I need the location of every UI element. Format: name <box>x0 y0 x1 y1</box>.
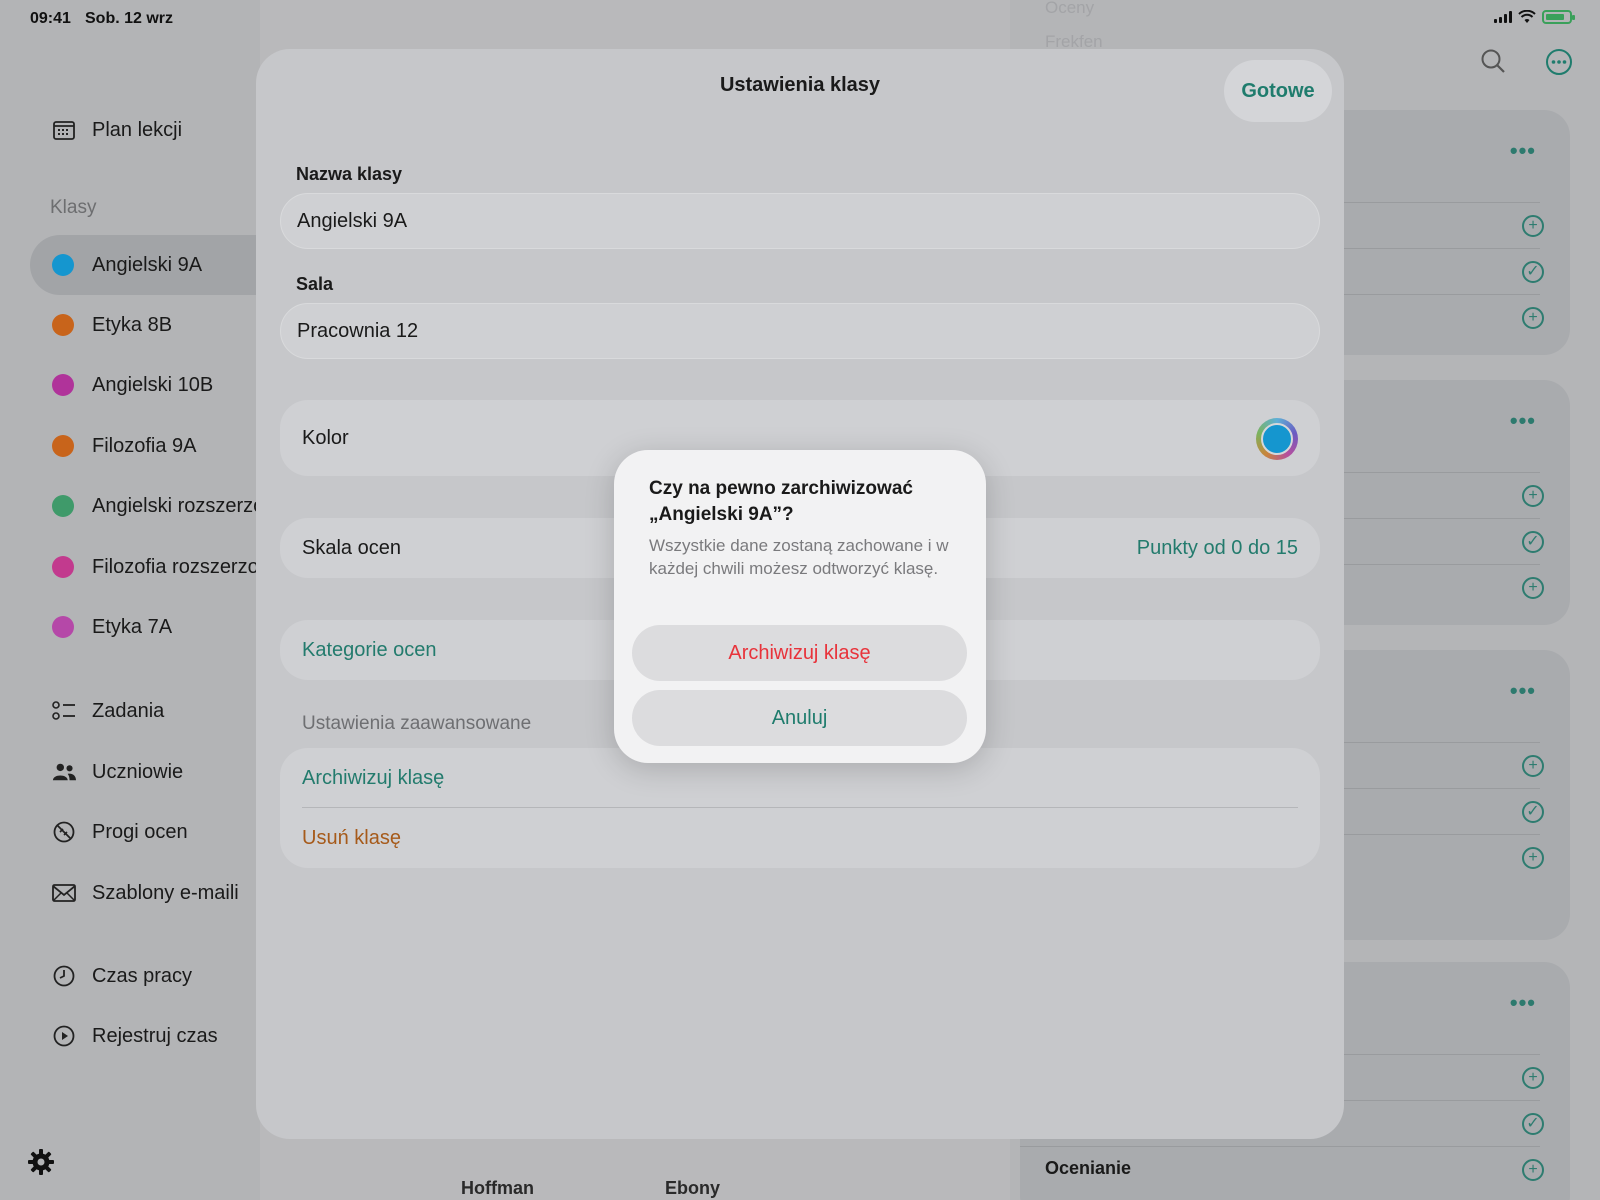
plus-circle-icon: + <box>1522 485 1544 507</box>
checkmark-circle-icon: ✓ <box>1522 531 1544 553</box>
sidebar-item-label: Angielski rozszerzo <box>92 494 265 517</box>
sidebar-item-class-5[interactable]: Filozofia rozszerzo <box>30 537 270 597</box>
class-color-dot <box>52 556 74 578</box>
cellular-signal-icon <box>1494 11 1512 23</box>
checkmark-circle-icon: ✓ <box>1522 1113 1544 1135</box>
archive-confirm-alert: Czy na pewno zarchiwizować „Angielski 9A… <box>614 450 986 763</box>
class-color-dot <box>52 435 74 457</box>
sidebar-item-rejestruj-czas[interactable]: Rejestruj czas <box>30 1006 270 1066</box>
status-bar: 09:41 Sob. 12 wrz <box>0 0 1600 36</box>
class-color-dot <box>52 616 74 638</box>
plus-circle-icon[interactable]: + <box>1522 1159 1544 1181</box>
play-circle-icon <box>52 1024 76 1048</box>
wifi-icon <box>1518 10 1536 23</box>
advanced-settings-card: Archiwizuj klasę Usuń klasę <box>280 748 1320 868</box>
class-color-dot <box>52 374 74 396</box>
sidebar-item-uczniowie[interactable]: Uczniowie <box>30 742 270 802</box>
plus-circle-icon: + <box>1522 755 1544 777</box>
threshold-icon <box>52 820 76 844</box>
clock-icon <box>52 964 76 988</box>
plus-circle-icon: + <box>1522 1067 1544 1089</box>
sidebar-item-szablony[interactable]: Szablony e-maili <box>30 863 270 923</box>
more-circle-icon[interactable] <box>1545 48 1573 76</box>
sidebar-item-label: Uczniowie <box>92 760 184 783</box>
people-icon <box>52 760 76 784</box>
checkmark-circle-icon: ✓ <box>1522 261 1544 283</box>
sidebar-item-label: Progi ocen <box>92 820 188 843</box>
sidebar-item-class-2[interactable]: Angielski 10B <box>30 355 270 415</box>
grade-scale-value: Punkty od 0 do 15 <box>1136 537 1298 559</box>
sidebar-item-class-4[interactable]: Angielski rozszerzo <box>30 476 270 536</box>
search-icon[interactable] <box>1480 48 1506 74</box>
calendar-icon <box>52 118 76 142</box>
battery-icon <box>1542 10 1575 24</box>
sidebar-item-zadania[interactable]: Zadania <box>30 681 270 741</box>
sidebar-item-label: Etyka 7A <box>92 615 173 638</box>
envelope-icon <box>52 881 76 905</box>
sidebar: Plan lekcji Klasy Angielski 9A Etyka 8B … <box>0 0 270 1200</box>
background-student-name: Ebony <box>665 1178 721 1198</box>
alert-message: Wszystkie dane zostaną zachowane i w każ… <box>649 536 949 578</box>
status-time: 09:41 <box>30 10 71 27</box>
class-color-dot <box>52 254 74 276</box>
grade-scale-label: Skala ocen <box>302 537 401 559</box>
plus-circle-icon: + <box>1522 307 1544 329</box>
room-input[interactable] <box>280 303 1320 359</box>
status-date: Sob. 12 wrz <box>85 10 174 27</box>
color-label: Kolor <box>302 427 349 449</box>
done-button[interactable]: Gotowe <box>1224 60 1332 122</box>
sidebar-item-label: Filozofia 9A <box>92 434 197 457</box>
sidebar-item-label: Rejestruj czas <box>92 1024 218 1047</box>
sidebar-item-czas-pracy[interactable]: Czas pracy <box>30 946 270 1006</box>
checkmark-circle-icon: ✓ <box>1522 801 1544 823</box>
sidebar-item-label: Filozofia rozszerzo <box>92 555 259 578</box>
sidebar-item-label: Angielski 10B <box>92 373 214 396</box>
sidebar-item-class-1[interactable]: Etyka 8B <box>30 295 270 355</box>
checklist-icon <box>52 699 76 723</box>
background-student-name: Hoffman <box>461 1178 534 1198</box>
background-row-label: Ocenianie <box>1045 1158 1132 1178</box>
sidebar-item-label: Plan lekcji <box>92 118 183 141</box>
plus-circle-icon: + <box>1522 577 1544 599</box>
sidebar-item-label: Zadania <box>92 699 165 722</box>
sidebar-item-label: Czas pracy <box>92 964 193 987</box>
sidebar-item-label: Angielski 9A <box>92 253 203 276</box>
class-color-dot <box>52 314 74 336</box>
cancel-button[interactable]: Anuluj <box>632 690 967 746</box>
sidebar-section-classes: Klasy <box>50 197 97 218</box>
sidebar-item-label: Etyka 8B <box>92 313 173 336</box>
settings-gear-icon[interactable] <box>27 1148 55 1176</box>
sidebar-item-label: Szablony e-maili <box>92 881 239 904</box>
color-picker-swatch[interactable] <box>1256 418 1298 460</box>
more-dots-icon: ••• <box>1509 990 1536 1015</box>
plus-circle-icon: + <box>1522 847 1544 869</box>
plus-circle-icon: + <box>1522 215 1544 237</box>
more-dots-icon: ••• <box>1509 678 1536 703</box>
more-dots-icon: ••• <box>1509 408 1536 433</box>
class-name-label: Nazwa klasy <box>296 164 403 184</box>
sidebar-item-class-6[interactable]: Etyka 7A <box>30 597 270 657</box>
alert-title: Czy na pewno zarchiwizować „Angielski 9A… <box>649 478 913 525</box>
class-name-input[interactable] <box>280 193 1320 249</box>
sidebar-item-plan-lekcji[interactable]: Plan lekcji <box>30 100 270 160</box>
sidebar-item-class-3[interactable]: Filozofia 9A <box>30 416 270 476</box>
more-dots-icon: ••• <box>1509 138 1536 163</box>
room-label: Sala <box>296 274 334 294</box>
sidebar-item-progi-ocen[interactable]: Progi ocen <box>30 802 270 862</box>
status-icons <box>1494 10 1575 24</box>
sheet-title: Ustawienia klasy <box>719 74 881 96</box>
confirm-archive-button[interactable]: Archiwizuj klasę <box>632 625 967 681</box>
delete-class-button[interactable]: Usuń klasę <box>302 827 401 850</box>
advanced-settings-header: Ustawienia zaawansowane <box>302 713 532 734</box>
archive-class-button[interactable]: Archiwizuj klasę <box>302 767 444 790</box>
grade-categories-link: Kategorie ocen <box>302 639 437 661</box>
class-color-dot <box>52 495 74 517</box>
sidebar-item-class-0[interactable]: Angielski 9A <box>30 235 270 295</box>
